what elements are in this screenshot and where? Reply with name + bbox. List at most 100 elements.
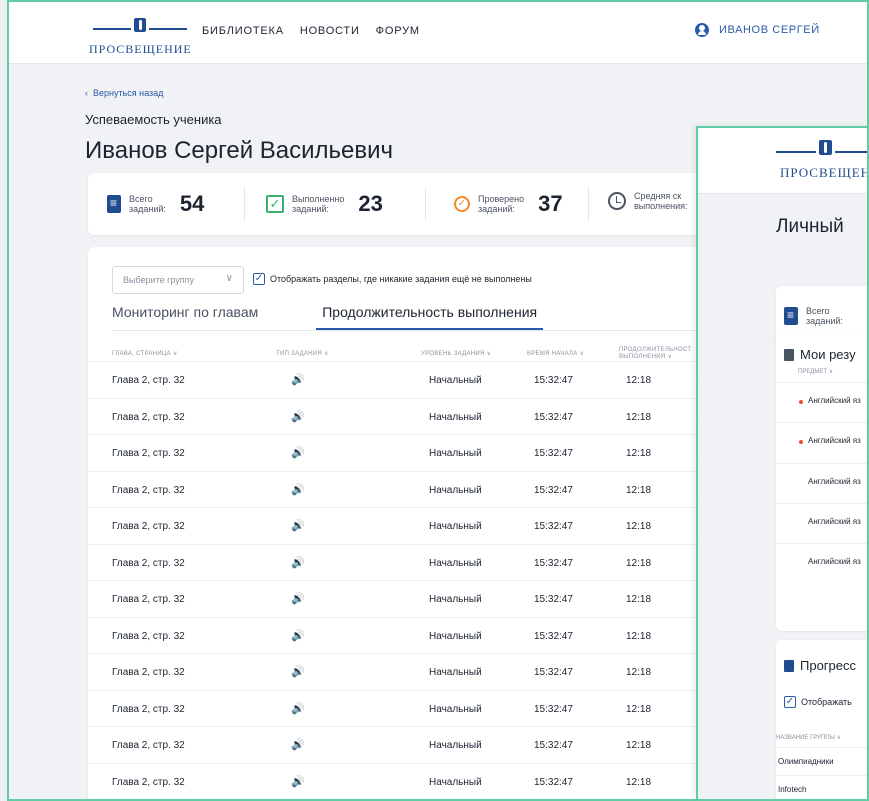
results-row-divider bbox=[698, 463, 867, 464]
back-link-label: Вернуться назад bbox=[93, 88, 164, 98]
checkbox-checked-icon[interactable]: ✓ bbox=[784, 696, 796, 708]
clipboard-icon bbox=[107, 195, 121, 213]
top-bar: ПРОСВЕЩЕНИЕ БИБЛИОТЕКА НОВОСТИ ФОРУМ ИВА… bbox=[9, 2, 867, 64]
speaker-icon[interactable]: 🔊 bbox=[291, 483, 305, 496]
cell-level: Начальный bbox=[429, 557, 482, 569]
checkbox-checked-icon[interactable]: ✓ bbox=[253, 273, 265, 285]
cell-duration: 12:18 bbox=[626, 557, 652, 569]
cell-duration: 12:18 bbox=[626, 484, 652, 496]
main-nav: БИБЛИОТЕКА НОВОСТИ ФОРУМ bbox=[202, 25, 420, 37]
check-icon: ✓ bbox=[266, 195, 284, 213]
cell-start-time: 15:32:47 bbox=[534, 703, 573, 715]
speaker-icon[interactable]: 🔊 bbox=[291, 775, 305, 788]
cell-chapter: Глава 2, стр. 32 bbox=[112, 484, 185, 496]
results-row-divider bbox=[698, 543, 867, 544]
nav-library[interactable]: БИБЛИОТЕКА bbox=[202, 25, 284, 37]
cell-chapter: Глава 2, стр. 32 bbox=[112, 594, 185, 605]
cell-level: Начальный bbox=[429, 594, 482, 605]
col-chapter[interactable]: ГЛАВА, СТРАНИЦА ∨ bbox=[112, 351, 178, 358]
cell-start-time: 15:32:47 bbox=[534, 776, 573, 788]
col-duration[interactable]: ПРОДОЛЖИТЕЛЬНОСТ ВЫПОЛНЕНИЯ ∨ bbox=[619, 347, 691, 361]
tabs: Мониторинг по главам Продолжительность в… bbox=[112, 304, 544, 330]
brand-logo[interactable]: ПРОСВЕЩЕНИЕ bbox=[89, 18, 192, 57]
cell-duration: 12:18 bbox=[626, 375, 652, 386]
calendar-icon bbox=[784, 348, 794, 361]
results-row-divider bbox=[698, 422, 867, 423]
results-row-divider bbox=[698, 382, 867, 383]
cell-start-time: 15:32:47 bbox=[534, 375, 573, 386]
tab-chapters[interactable]: Мониторинг по главам bbox=[112, 304, 258, 330]
cell-duration: 12:18 bbox=[626, 411, 652, 423]
tab-duration[interactable]: Продолжительность выполнения bbox=[316, 304, 544, 330]
group-name-cell[interactable]: Олимпиадники bbox=[778, 757, 834, 766]
clipboard-icon bbox=[784, 307, 798, 325]
stat-done-value: 23 bbox=[358, 191, 383, 216]
page-title: Иванов Сергей Васильевич bbox=[85, 137, 394, 164]
cell-chapter: Глава 2, стр. 32 bbox=[112, 667, 185, 678]
nav-news[interactable]: НОВОСТИ bbox=[300, 25, 360, 37]
col-level[interactable]: УРОВЕНЬ ЗАДАНИЯ ∨ bbox=[421, 351, 491, 358]
cell-duration: 12:18 bbox=[626, 521, 652, 532]
group-select[interactable]: Выберите группу ∨ bbox=[112, 266, 244, 294]
chevron-left-icon: ‹ bbox=[85, 88, 88, 98]
speaker-icon[interactable]: 🔊 bbox=[291, 410, 305, 423]
cell-level: Начальный bbox=[429, 630, 482, 642]
show-empty-sections-toggle[interactable]: ✓ Отображать разделы, где никакие задани… bbox=[253, 273, 532, 285]
group-name-cell[interactable]: Infotech bbox=[778, 785, 806, 794]
cell-chapter: Глава 2, стр. 32 bbox=[112, 630, 185, 642]
cell-level: Начальный bbox=[429, 411, 482, 423]
stat-total-value: 54 bbox=[179, 191, 205, 216]
subject-cell[interactable]: Английский яз bbox=[808, 396, 861, 405]
nav-forum[interactable]: ФОРУМ bbox=[376, 25, 420, 37]
cell-chapter: Глава 2, стр. 32 bbox=[112, 521, 185, 532]
checkbox-label: Отображать разделы, где никакие задания … bbox=[270, 274, 532, 284]
cell-duration: 12:18 bbox=[626, 776, 652, 788]
chevron-down-icon: ∨ bbox=[225, 273, 233, 284]
cell-start-time: 15:32:47 bbox=[534, 521, 573, 532]
col-start[interactable]: ВРЕМЯ НАЧАЛА ∨ bbox=[527, 351, 584, 358]
col-type[interactable]: ТИП ЗАДАНИЯ ∨ bbox=[276, 351, 329, 358]
cell-level: Начальный bbox=[429, 521, 482, 532]
cell-chapter: Глава 2, стр. 32 bbox=[112, 776, 185, 788]
cell-duration: 12:18 bbox=[626, 594, 652, 605]
back-link[interactable]: ‹ Вернуться назад bbox=[85, 88, 163, 98]
cell-duration: 12:18 bbox=[626, 630, 652, 642]
page-subtitle: Успеваемость ученика bbox=[85, 112, 222, 127]
subject-cell[interactable]: Английский яз bbox=[808, 477, 861, 486]
front-brand-logo[interactable]: ПРОСВЕЩЕН bbox=[776, 140, 867, 181]
subject-cell[interactable]: Английский яз bbox=[808, 557, 861, 566]
speaker-icon[interactable]: 🔊 bbox=[291, 665, 305, 678]
group-row-divider bbox=[776, 775, 867, 776]
stat-total: Всегозаданий: 54 bbox=[107, 191, 204, 217]
stat-avg-speed: Средняя ск выполнения: bbox=[608, 191, 688, 211]
cell-start-time: 15:32:47 bbox=[534, 411, 573, 423]
speaker-icon[interactable]: 🔊 bbox=[291, 738, 305, 751]
col-group-name[interactable]: НАЗВАНИЕ ГРУППЫ ∨ bbox=[776, 734, 841, 741]
front-progress-toggle[interactable]: ✓ Отображать bbox=[784, 696, 852, 708]
speaker-icon[interactable]: 🔊 bbox=[291, 446, 305, 459]
front-page-title: Личный bbox=[776, 216, 844, 237]
cell-level: Начальный bbox=[429, 703, 482, 715]
cell-duration: 12:18 bbox=[626, 703, 652, 715]
user-menu[interactable]: ИВАНОВ СЕРГЕЙ bbox=[695, 23, 820, 37]
cell-chapter: Глава 2, стр. 32 bbox=[112, 411, 185, 423]
speaker-icon[interactable]: 🔊 bbox=[291, 556, 305, 569]
cell-chapter: Глава 2, стр. 32 bbox=[112, 448, 185, 459]
speaker-icon[interactable]: 🔊 bbox=[291, 373, 305, 386]
cell-start-time: 15:32:47 bbox=[534, 557, 573, 569]
cell-level: Начальный bbox=[429, 776, 482, 788]
stat-done: ✓ Выполненно заданий: 23 bbox=[266, 191, 383, 217]
bar-chart-icon bbox=[784, 659, 794, 672]
cell-level: Начальный bbox=[429, 484, 482, 496]
speaker-icon[interactable]: 🔊 bbox=[291, 519, 305, 532]
cell-start-time: 15:32:47 bbox=[534, 484, 573, 496]
cell-start-time: 15:32:47 bbox=[534, 448, 573, 459]
subject-cell[interactable]: Английский яз bbox=[808, 517, 861, 526]
speaker-icon[interactable]: 🔊 bbox=[291, 629, 305, 642]
speaker-icon[interactable]: 🔊 bbox=[291, 592, 305, 605]
subject-cell[interactable]: Английский яз bbox=[808, 436, 861, 445]
speaker-icon[interactable]: 🔊 bbox=[291, 702, 305, 715]
col-subject[interactable]: ПРЕДМЕТ ∨ bbox=[798, 368, 833, 375]
cell-duration: 12:18 bbox=[626, 667, 652, 678]
stat-checked-value: 37 bbox=[538, 191, 563, 216]
